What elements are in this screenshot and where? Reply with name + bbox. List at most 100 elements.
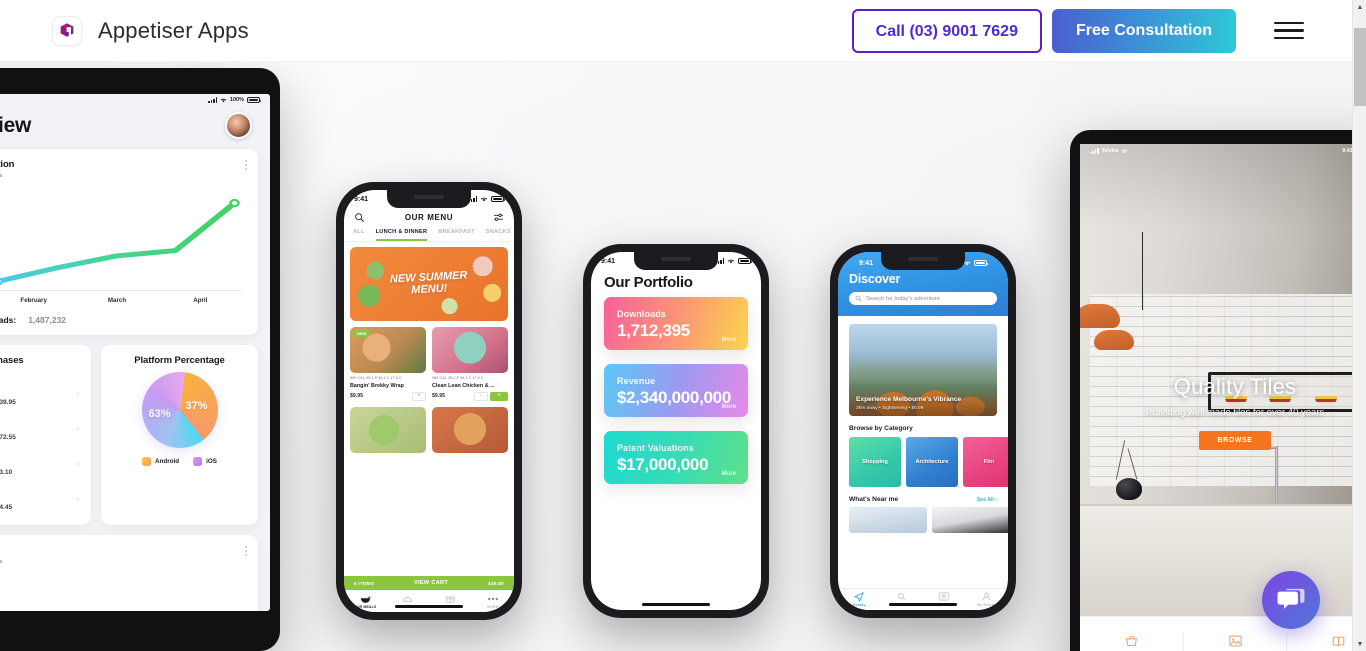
decrement-button[interactable]: − [474,391,488,401]
chevron-right-icon[interactable]: › [77,389,80,398]
search-input[interactable]: Search for today's adventure [849,292,997,305]
home-indicator [889,602,957,606]
search-icon[interactable] [354,212,365,223]
brand-logo-link[interactable]: Appetiser Apps [52,15,249,46]
featured-experience-card[interactable]: Experience Melbourne's Vibrance 2km away… [849,324,997,416]
chevron-right-icon[interactable]: › [77,459,80,468]
scrollbar-thumb[interactable] [1354,28,1366,106]
tiles-app-screen: Telstra 9:41 AM Quality Tiles Providing … [1080,144,1352,651]
increment-button[interactable]: + [490,391,508,401]
menu-category-tabs[interactable]: ALLLUNCH & DINNERBREAKFASTSNACKSDRI [344,229,514,242]
menu-tab-all[interactable]: ALL [353,229,365,241]
platform-pie-chart: 37% 63% Android iOS [113,372,246,466]
page-title: Overview [0,113,31,137]
card-value: $2,340,000,000 [617,388,731,407]
appetiser-logo-icon [52,15,82,46]
user-acquisition-card: User Aquisition Filter by: Past 3 Months… [0,149,258,335]
more-link[interactable]: More [722,404,736,410]
tabbar-item-more[interactable]: MORE [472,594,515,609]
more-link[interactable]: More [722,471,736,477]
avatar[interactable] [225,112,252,139]
currency-row[interactable]: AUD$4,522,374.45› [0,480,79,515]
page-scrollbar[interactable]: ▲ ▼ [1352,0,1366,651]
tabbar-item-our-meals[interactable]: OUR MEALS [344,594,387,609]
currency-row[interactable]: USD$15,902,139.95› [0,375,79,410]
browse-button[interactable]: BROWSE [1199,431,1271,450]
currency-row[interactable]: GBP$12,587,672.55› [0,410,79,445]
free-consultation-button[interactable]: Free Consultation [1051,8,1236,53]
legend-label: Android [155,458,180,465]
portfolio-card-revenue[interactable]: Revenue $2,340,000,000 More [604,364,748,417]
near-card[interactable] [849,507,927,533]
promo-banner[interactable]: NEW SUMMER MENU! [350,247,508,321]
portfolio-card-downloads[interactable]: Downloads 1,712,395 More [604,297,748,350]
new-badge: NEW [354,330,370,337]
nav-item-catalogue[interactable]: Catalogue [1287,633,1352,651]
food-card[interactable] [432,406,508,453]
category-card-fitness[interactable]: Fitn [963,437,1008,487]
phone-notch [387,190,471,208]
status-indicators [468,196,506,202]
dashboard-statusbar: 100% [0,94,270,106]
food-card[interactable]: NEW 396 CAL 35.2 P 34.1 C 17.0 C Bangin'… [350,327,426,401]
see-all-link[interactable]: See All › [977,497,997,503]
category-card-shopping[interactable]: Shopping [849,437,901,487]
nav-item-gallery[interactable]: Gallery [1184,632,1288,651]
card-value: 1,712,395 [617,321,690,340]
book-icon [1287,633,1352,649]
food-card[interactable] [350,406,426,453]
portfolio-card-patent-valuations[interactable]: Patent Valuations $17,000,000 More [604,431,748,484]
card-filter[interactable]: Filter by: Past 3 Months [0,173,246,179]
currency-amount: $15,902,139.95 [0,399,16,406]
dashboard-screen: 100% Overview User Aquisition Filter by:… [0,94,270,611]
home-indicator [395,604,463,608]
hamburger-menu-icon[interactable] [1274,17,1304,45]
category-label: Fitn [983,459,995,465]
menu-tab-breakfast[interactable]: BREAKFAST [438,229,474,241]
faucet-decor [1257,446,1278,504]
card-title: User Aquisition [0,159,15,170]
food-card[interactable]: 396 CAL 35.2 P 34.1 C 17.0 C Clean Lean … [432,327,508,401]
pendant-lamp-icon [1080,304,1120,328]
acquisition-line-chart: 1.5mil 1mil 500,000 50,000 [0,185,246,304]
quantity-stepper[interactable]: − + [474,391,508,401]
menu-app-screen: 9:41 OUR MENU ALL LUNCH & DINNER BREAKFA… [344,190,514,612]
category-row: Shopping Architecture Fitn [838,437,1008,487]
quantity-stepper[interactable]: + [412,391,426,401]
menu-tab-snacks[interactable]: SNACKS [486,229,511,241]
card-menu-icon[interactable] [245,160,247,172]
tiles-tablet-mockup: Telstra 9:41 AM Quality Tiles Providing … [1070,130,1352,651]
tabbar-item-nearby[interactable]: Nearby [838,592,881,607]
chevron-right-icon[interactable]: › [77,494,80,503]
battery-icon [491,196,506,202]
discover-app-phone-mockup: 9:41 Discover Search for today's adventu… [830,244,1016,618]
tabbar-item-my-nearmi[interactable]: My Nearmi [966,592,1009,607]
nutrition-info: 396 CAL 35.2 P 34.1 C 17.0 C [350,376,402,380]
legend-item-ios: iOS [193,457,217,466]
near-card[interactable] [932,507,1008,533]
featured-meta: 2km away • Sightseeing • $5.99 [856,406,924,411]
filter-icon[interactable] [493,212,504,223]
tiles-bottom-nav: Products Gallery Catalogue [1080,616,1352,651]
pendant-rod [1142,232,1144,310]
more-link[interactable]: More [722,337,736,343]
increment-button[interactable]: + [412,391,426,401]
map-pin-icon [923,592,966,601]
dashboard-second-row: In-app Purchases Filter by: Region USD$1… [0,345,258,525]
near-me-row [838,507,1008,533]
card-menu-icon[interactable] [245,546,247,558]
currency-row[interactable]: EUR$8,890,583.10› [0,445,79,480]
chat-bubbles-icon[interactable] [1262,571,1320,629]
scroll-up-arrow-icon[interactable]: ▲ [1353,0,1366,14]
scroll-down-arrow-icon[interactable]: ▼ [1353,637,1366,651]
category-card-architecture[interactable]: Architecture [906,437,958,487]
nav-item-products[interactable]: Products [1080,632,1184,651]
pie-legend: Android iOS [142,457,217,466]
view-cart-bar[interactable]: 6 ITEMS VIEW CART $39.80 [344,576,514,590]
menu-tab-lunch-dinner[interactable]: LUNCH & DINNER [375,229,428,241]
chevron-right-icon[interactable]: › [77,424,80,433]
daily-users-card: Daily Users Filter by: Past 3 Months [0,535,258,611]
call-button[interactable]: Call (03) 9001 7629 [851,8,1042,53]
search-icon [881,592,924,601]
food-price: $9.95 [350,393,363,399]
